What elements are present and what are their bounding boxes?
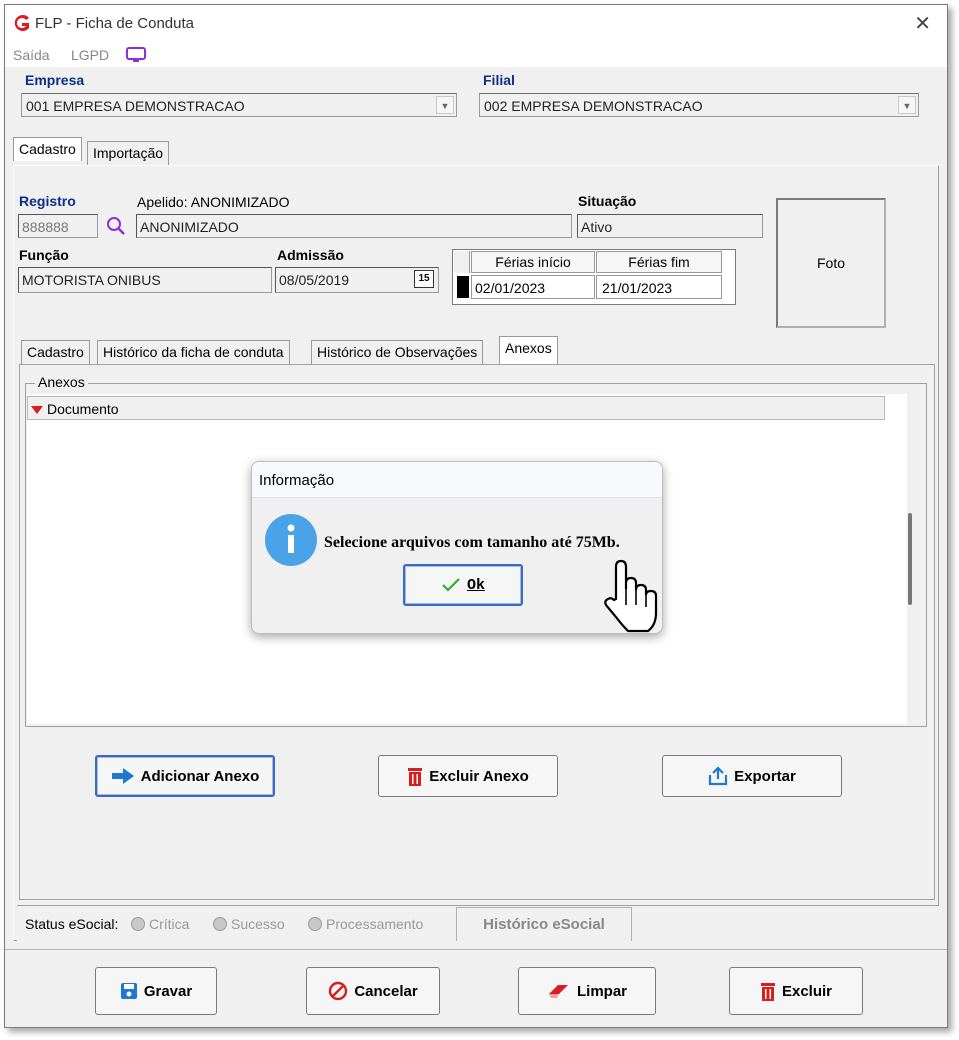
empresa-value: 001 EMPRESA DEMONSTRACAO [26, 98, 245, 114]
filial-value: 002 EMPRESA DEMONSTRACAO [484, 98, 703, 114]
filial-label: Filial [483, 72, 515, 88]
radio-sucesso[interactable]: Sucesso [213, 916, 285, 932]
add-attachment-label: Adicionar Anexo [140, 767, 260, 785]
tab-anexos[interactable]: Anexos [499, 336, 558, 364]
admissao-value: 08/05/2019 [279, 272, 350, 288]
situacao-value: Ativo [581, 219, 613, 235]
upload-icon [709, 766, 728, 786]
ok-button[interactable]: Ok [403, 564, 523, 606]
export-label: Exportar [734, 767, 796, 785]
tab-importacao[interactable]: Importação [87, 141, 170, 165]
funcao-label: Função [19, 247, 69, 263]
monitor-icon[interactable] [125, 46, 147, 64]
radio-icon [308, 917, 322, 931]
empresa-label: Empresa [25, 72, 85, 88]
ferias-header-fim: Férias fim [596, 251, 722, 273]
documento-header-label: Documento [47, 401, 119, 417]
export-button[interactable]: Exportar [662, 755, 842, 797]
ferias-fim-cell[interactable]: 21/01/2023 [596, 275, 722, 299]
situacao-label: Situação [578, 193, 637, 209]
trash-icon [408, 768, 423, 786]
save-label: Gravar [143, 982, 193, 1000]
info-icon [265, 514, 317, 566]
delete-attachment-label: Excluir Anexo [429, 767, 529, 785]
registro-field[interactable]: 888888 [18, 214, 98, 238]
radio-critica-label: Crítica [149, 916, 190, 932]
apelido-field[interactable]: ANONIMIZADO [136, 214, 572, 238]
registro-label: Registro [19, 193, 76, 209]
ferias-corner [454, 251, 470, 273]
radio-processamento-label: Processamento [326, 916, 424, 932]
ok-button-label: Ok [466, 576, 485, 594]
chevron-down-icon[interactable]: ▼ [898, 96, 916, 114]
window-title: FLP - Ficha de Conduta [35, 15, 194, 32]
close-icon[interactable]: ✕ [914, 11, 931, 36]
registro-value: 888888 [22, 219, 69, 235]
scrollbar-thumb[interactable] [908, 513, 912, 605]
clear-label: Limpar [576, 982, 627, 1000]
radio-icon [131, 917, 145, 931]
photo-box[interactable]: Foto [776, 198, 886, 328]
add-attachment-button[interactable]: Adicionar Anexo [95, 755, 275, 797]
apelido-value: ANONIMIZADO [140, 219, 239, 235]
main-window: FLP - Ficha de Conduta ✕ Saída LGPD Empr… [4, 4, 948, 1028]
filial-select[interactable]: 002 EMPRESA DEMONSTRACAO ▼ [479, 93, 919, 117]
dialog-title: Informação [259, 472, 335, 489]
delete-attachment-button[interactable]: Excluir Anexo [378, 755, 558, 797]
delete-label: Excluir [781, 982, 833, 1000]
save-button[interactable]: Gravar [95, 967, 217, 1015]
anexos-group-label: Anexos [35, 374, 88, 390]
dialog-message: Selecione arquivos com tamanho até 75Mb. [324, 534, 620, 551]
floppy-icon [120, 983, 137, 999]
delete-button[interactable]: Excluir [729, 967, 863, 1015]
eraser-icon [548, 985, 568, 998]
calendar-icon[interactable]: 15 [414, 270, 434, 288]
status-esocial-label: Status eSocial: [25, 916, 119, 932]
tab-historico-observacoes[interactable]: Histórico de Observações [311, 340, 484, 364]
tab-historico-ficha[interactable]: Histórico da ficha de conduta [97, 340, 290, 364]
situacao-field[interactable]: Ativo [577, 214, 763, 238]
sort-arrow-icon [31, 406, 43, 414]
ferias-inicio-cell[interactable]: 02/01/2023 [471, 275, 595, 299]
chevron-down-icon[interactable]: ▼ [436, 96, 454, 114]
apelido-label: Apelido: ANONIMIZADO [137, 194, 290, 210]
historico-esocial-button[interactable]: Histórico eSocial [456, 907, 632, 941]
radio-sucesso-label: Sucesso [231, 916, 285, 932]
menu-saida[interactable]: Saída [13, 47, 50, 63]
tab-cadastro-top[interactable]: Cadastro [13, 137, 82, 161]
search-icon[interactable] [105, 215, 127, 237]
radio-critica[interactable]: Crítica [131, 916, 189, 932]
arrow-right-icon [111, 768, 134, 784]
title-bar: FLP - Ficha de Conduta ✕ [5, 5, 947, 41]
cancel-label: Cancelar [354, 982, 418, 1000]
funcao-value: MOTORISTA ONIBUS [22, 272, 161, 288]
tab-cadastro[interactable]: Cadastro [21, 340, 90, 364]
ferias-header-inicio: Férias início [471, 251, 595, 273]
documento-header[interactable]: Documento [27, 396, 885, 420]
radio-icon [213, 917, 227, 931]
row-selector-icon[interactable] [457, 276, 469, 298]
radio-processamento[interactable]: Processamento [308, 916, 423, 932]
trash-icon [760, 983, 775, 1001]
app-logo-icon [14, 15, 29, 31]
cancel-icon [329, 981, 348, 1001]
photo-label: Foto [816, 255, 845, 271]
hand-cursor-icon [604, 559, 658, 633]
check-icon [442, 578, 460, 592]
admissao-label: Admissão [277, 247, 344, 263]
menu-lgpd[interactable]: LGPD [71, 47, 109, 63]
clear-button[interactable]: Limpar [518, 967, 656, 1015]
funcao-field[interactable]: MOTORISTA ONIBUS [18, 267, 272, 293]
cancel-button[interactable]: Cancelar [306, 967, 440, 1015]
empresa-select[interactable]: 001 EMPRESA DEMONSTRACAO ▼ [21, 93, 457, 117]
